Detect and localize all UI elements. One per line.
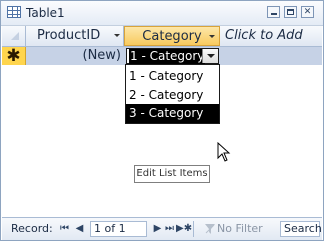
column-header-productid[interactable]: ProductID xyxy=(26,26,124,46)
category-combo-box[interactable]: 1 - Category xyxy=(126,48,219,64)
dropdown-option-highlighted[interactable]: 3 - Category xyxy=(126,104,219,123)
dropdown-option[interactable]: 2 - Category xyxy=(126,86,219,105)
combo-dropdown-button[interactable] xyxy=(202,49,218,63)
previous-record-icon[interactable]: ◀ xyxy=(74,222,85,235)
productid-new-cell[interactable]: (New) xyxy=(26,47,122,65)
chevron-down-icon xyxy=(207,54,215,58)
first-record-icon[interactable]: ⏮ xyxy=(59,222,70,235)
edit-list-items-button[interactable]: Edit List Items xyxy=(134,165,210,183)
column-header-row: ProductID Category Click to Add xyxy=(2,26,322,47)
minimize-button[interactable] xyxy=(267,6,280,18)
minimize-icon xyxy=(271,13,277,15)
window-title: Table1 xyxy=(26,6,65,20)
no-filter-label: No Filter xyxy=(217,222,263,235)
title-bar: Table1 ✕ xyxy=(1,1,323,26)
category-dropdown-list: 1 - Category 2 - Category 3 - Category xyxy=(125,64,220,124)
select-all-triangle-icon xyxy=(11,32,19,40)
new-record-selector[interactable]: ✱ xyxy=(2,46,26,66)
datasheet-window: Table1 ✕ ProductID Category Click to Add… xyxy=(0,0,324,241)
search-input[interactable]: Search xyxy=(280,221,322,237)
maximize-button[interactable] xyxy=(284,6,297,18)
column-header-label: Category xyxy=(142,29,202,44)
category-combo-value[interactable]: 1 - Category xyxy=(129,49,206,64)
click-to-add-column[interactable]: Click to Add xyxy=(220,26,322,46)
column-header-label: ProductID xyxy=(37,28,101,43)
select-all-corner[interactable] xyxy=(2,26,26,46)
record-label: Record: xyxy=(11,222,53,235)
new-record-icon[interactable]: ▶✱ xyxy=(176,222,192,235)
last-record-icon[interactable]: ⏭ xyxy=(164,222,175,235)
column-header-label: Click to Add xyxy=(225,28,303,43)
column-header-category[interactable]: Category xyxy=(124,26,220,46)
next-record-icon[interactable]: ▶ xyxy=(152,222,163,235)
close-button[interactable]: ✕ xyxy=(301,6,314,18)
nav-divider xyxy=(193,221,194,237)
no-filter-button[interactable]: No Filter xyxy=(203,222,263,235)
new-record-asterisk-icon: ✱ xyxy=(6,46,21,66)
table-icon xyxy=(7,6,21,18)
record-position-field[interactable]: 1 of 1 xyxy=(90,221,147,237)
sort-dropdown-arrow-icon[interactable] xyxy=(114,34,120,37)
record-navigation-bar: Record: ⏮ ◀ 1 of 1 ▶ ⏭ ▶✱ No Filter Sear… xyxy=(2,217,322,240)
dropdown-option[interactable]: 1 - Category xyxy=(126,67,219,86)
maximize-icon xyxy=(287,9,294,15)
sort-dropdown-arrow-icon[interactable] xyxy=(209,35,215,38)
new-record-row[interactable]: ✱ (New) 1 - Category xyxy=(2,46,322,66)
close-icon: ✕ xyxy=(303,7,312,17)
mouse-pointer-icon xyxy=(217,142,231,162)
